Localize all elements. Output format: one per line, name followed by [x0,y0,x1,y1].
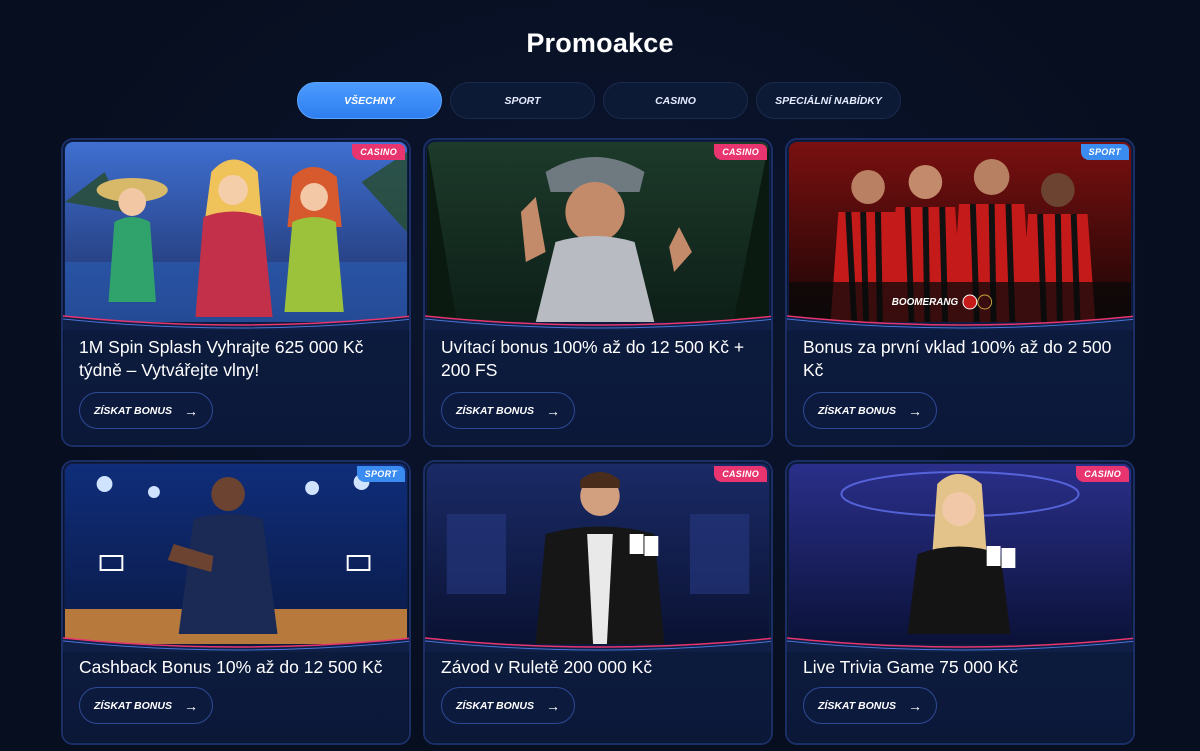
tab-sport[interactable]: SPORT [450,82,595,119]
promo-title: Bonus za první vklad 100% až do 2 500 Kč [803,337,1112,380]
arrow-right-icon: → [545,402,560,419]
category-badge: CASINO [714,144,767,160]
promo-card[interactable]: CASINO Závod v Ruletě 200 000 Kč ZÍSKAT … [423,460,773,745]
tab-all[interactable]: VŠECHNY [297,82,442,119]
category-badge: CASINO [1076,466,1129,482]
category-badge: SPORT [1080,144,1129,160]
promo-image-conquistador [427,142,769,322]
arrow-right-icon: → [907,402,922,419]
promotions-page: Promoakce VŠECHNY SPORT CASINO SPECIÁLNÍ… [0,0,1200,751]
promo-image-dealer [427,464,769,644]
promo-title: Uvítací bonus 100% až do 12 500 Kč + 200… [441,337,745,380]
get-bonus-button[interactable]: ZÍSKAT BONUS → [79,687,213,724]
get-bonus-button[interactable]: ZÍSKAT BONUS → [79,392,213,429]
arrow-right-icon: → [907,697,922,714]
promo-image-football-players: BOOMERANG [789,142,1131,322]
promo-image-pool-party [65,142,407,322]
arrow-right-icon: → [183,697,198,714]
tab-special-offers[interactable]: SPECIÁLNÍ NABÍDKY [756,82,901,119]
promo-title: Cashback Bonus 10% až do 12 500 Kč [79,657,383,677]
get-bonus-button[interactable]: ZÍSKAT BONUS → [803,687,937,724]
card-wave-divider [63,637,409,652]
page-title: Promoakce [526,28,674,58]
promo-title: 1M Spin Splash Vyhrajte 625 000 Kč týdně… [79,337,364,380]
get-bonus-label: ZÍSKAT BONUS [94,699,172,712]
promo-title: Live Trivia Game 75 000 Kč [803,657,1018,677]
arrow-right-icon: → [183,402,198,419]
filter-tabs: VŠECHNY SPORT CASINO SPECIÁLNÍ NABÍDKY [297,82,901,119]
card-wave-divider [425,315,771,330]
category-badge: SPORT [356,466,405,482]
promo-card[interactable]: BOOMERANG SPORT Bonus za první vklad 100… [785,138,1135,447]
get-bonus-label: ZÍSKAT BONUS [456,699,534,712]
category-badge: CASINO [352,144,405,160]
card-wave-divider [787,637,1133,652]
get-bonus-button[interactable]: ZÍSKAT BONUS → [441,392,575,429]
get-bonus-button[interactable]: ZÍSKAT BONUS → [803,392,937,429]
card-wave-divider [787,315,1133,330]
get-bonus-label: ZÍSKAT BONUS [818,699,896,712]
arrow-right-icon: → [545,697,560,714]
card-wave-divider [425,637,771,652]
get-bonus-label: ZÍSKAT BONUS [94,404,172,417]
get-bonus-label: ZÍSKAT BONUS [818,404,896,417]
promo-card[interactable]: CASINO Live Trivia Game 75 000 Kč ZÍSKAT… [785,460,1135,745]
tab-casino[interactable]: CASINO [603,82,748,119]
promo-card[interactable]: CASINO Uvítací bonus 100% až do 12 500 K… [423,138,773,447]
get-bonus-button[interactable]: ZÍSKAT BONUS → [441,687,575,724]
promo-image-basketball [65,464,407,644]
card-wave-divider [63,315,409,330]
promo-card[interactable]: SPORT Cashback Bonus 10% až do 12 500 Kč… [61,460,411,745]
promo-image-woman-dealer [789,464,1131,644]
category-badge: CASINO [714,466,767,482]
promo-card[interactable]: CASINO 1M Spin Splash Vyhrajte 625 000 K… [61,138,411,447]
promo-title: Závod v Ruletě 200 000 Kč [441,657,653,677]
promo-grid: CASINO 1M Spin Splash Vyhrajte 625 000 K… [61,138,1135,745]
get-bonus-label: ZÍSKAT BONUS [456,404,534,417]
